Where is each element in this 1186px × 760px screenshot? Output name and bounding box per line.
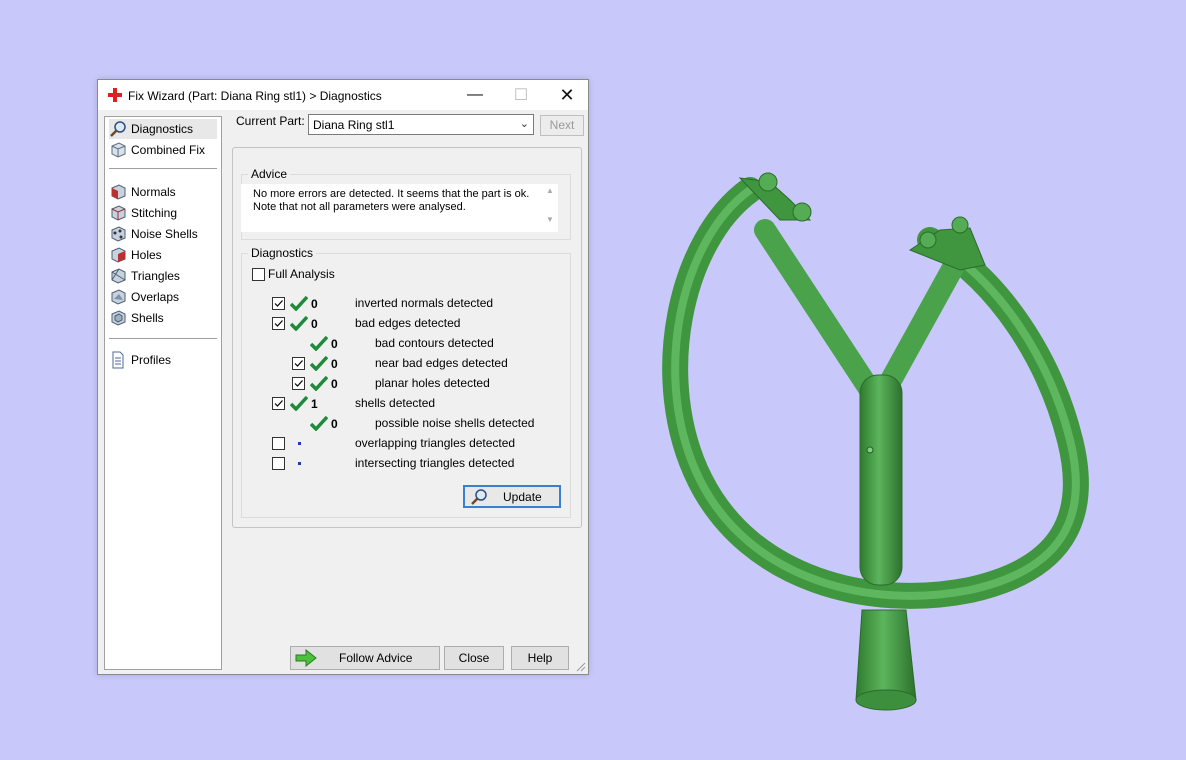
- sidebar-item-shells[interactable]: Shells: [109, 308, 217, 328]
- near-bad-edges-label: near bad edges detected: [375, 356, 508, 370]
- sidebar-item-profiles[interactable]: Profiles: [109, 350, 217, 370]
- intersecting-triangles-label: intersecting triangles detected: [355, 456, 515, 470]
- normals-cube-icon: [111, 184, 126, 200]
- advice-scrollbar[interactable]: ▲ ▼: [544, 186, 556, 230]
- scroll-up-icon: ▲: [546, 186, 554, 195]
- planar-holes-label: planar holes detected: [375, 376, 490, 390]
- shells-icon: [111, 310, 126, 326]
- sidebar-item-normals[interactable]: Normals: [109, 182, 217, 202]
- near-bad-edges-count: 0: [331, 357, 338, 371]
- advice-title: Advice: [248, 167, 291, 181]
- green-arrow-icon: [295, 649, 317, 667]
- minimize-button[interactable]: —: [452, 80, 498, 110]
- bad-edges-count: 0: [311, 317, 318, 331]
- maximize-button[interactable]: ☐: [498, 80, 544, 110]
- current-part-value: Diana Ring stl1: [313, 118, 395, 132]
- help-button[interactable]: Help: [511, 646, 569, 670]
- sidebar-divider: [109, 168, 217, 169]
- magnifier-icon: [471, 489, 487, 505]
- full-analysis-checkbox[interactable]: [252, 268, 265, 281]
- inverted-normals-count: 0: [311, 297, 318, 311]
- near-bad-edges-checkbox[interactable]: [292, 357, 305, 370]
- green-check-icon: [290, 395, 308, 411]
- sidebar-item-diagnostics[interactable]: Diagnostics: [109, 119, 217, 139]
- ring-3d-model[interactable]: [640, 160, 1100, 720]
- fix-wizard-dialog: Fix Wizard (Part: Diana Ring stl1) > Dia…: [97, 79, 589, 675]
- document-icon: [112, 351, 124, 369]
- noise-shells-label: possible noise shells detected: [375, 416, 535, 430]
- noise-shells-icon: [111, 226, 126, 242]
- triangles-icon: [111, 268, 126, 284]
- green-check-icon: [310, 415, 328, 431]
- advice-line-1: No more errors are detected. It seems th…: [253, 188, 530, 200]
- sidebar-item-label: Normals: [131, 185, 176, 199]
- sidebar-item-label: Combined Fix: [131, 143, 206, 157]
- advice-text: No more errors are detected. It seems th…: [253, 188, 533, 214]
- stitching-cube-icon: [111, 205, 126, 221]
- green-check-icon: [310, 335, 328, 351]
- shells-label: shells detected: [355, 396, 436, 410]
- red-cross-icon: [108, 88, 122, 102]
- holes-cube-icon: [111, 247, 126, 263]
- sidebar-divider: [109, 338, 217, 339]
- not-analysed-dot-icon: [298, 442, 301, 445]
- sidebar-item-triangles[interactable]: Triangles: [109, 266, 217, 286]
- green-check-icon: [310, 355, 328, 371]
- sidebar-item-noise-shells[interactable]: Noise Shells: [109, 224, 217, 244]
- sidebar-item-label: Profiles: [131, 353, 172, 367]
- sidebar-item-stitching[interactable]: Stitching: [109, 203, 217, 223]
- bad-edges-checkbox[interactable]: [272, 317, 285, 330]
- shells-checkbox[interactable]: [272, 397, 285, 410]
- resize-grip-icon[interactable]: [576, 662, 586, 672]
- sidebar-item-label: Noise Shells: [131, 227, 198, 241]
- shells-count: 1: [311, 397, 318, 411]
- planar-holes-checkbox[interactable]: [292, 377, 305, 390]
- sidebar-item-label: Triangles: [131, 269, 180, 283]
- inverted-normals-checkbox[interactable]: [272, 297, 285, 310]
- follow-advice-button[interactable]: Follow Advice: [290, 646, 440, 670]
- chevron-down-icon: ⌄: [519, 118, 529, 130]
- planar-holes-count: 0: [331, 377, 338, 391]
- follow-advice-label: Follow Advice: [339, 651, 413, 665]
- current-part-label: Current Part:: [236, 114, 305, 128]
- overlapping-triangles-checkbox[interactable]: [272, 437, 285, 450]
- green-check-icon: [310, 375, 328, 391]
- wizard-sidebar: Diagnostics Combined Fix Normals Stitchi…: [104, 116, 222, 670]
- sidebar-item-label: Overlaps: [131, 290, 180, 304]
- sidebar-item-combined-fix[interactable]: Combined Fix: [109, 140, 217, 160]
- sidebar-item-overlaps[interactable]: Overlaps: [109, 287, 217, 307]
- close-window-button[interactable]: ✕: [544, 80, 590, 110]
- diagnostics-title: Diagnostics: [248, 246, 317, 260]
- sidebar-item-label: Diagnostics: [131, 122, 194, 136]
- green-check-icon: [290, 295, 308, 311]
- sidebar-item-label: Shells: [131, 311, 164, 325]
- intersecting-triangles-checkbox[interactable]: [272, 457, 285, 470]
- advice-textbox[interactable]: No more errors are detected. It seems th…: [241, 184, 558, 232]
- bad-contours-label: bad contours detected: [375, 336, 494, 350]
- cube-icon: [111, 142, 126, 158]
- update-button[interactable]: Update: [463, 485, 561, 508]
- sidebar-item-label: Holes: [131, 248, 162, 262]
- advice-line-2: Note that not all parameters were analys…: [253, 201, 466, 213]
- sidebar-item-holes[interactable]: Holes: [109, 245, 217, 265]
- update-label: Update: [503, 490, 542, 504]
- next-button[interactable]: Next: [540, 115, 584, 136]
- bad-edges-label: bad edges detected: [355, 316, 461, 330]
- close-button[interactable]: Close: [444, 646, 504, 670]
- window-title: Fix Wizard (Part: Diana Ring stl1) > Dia…: [128, 89, 382, 103]
- scroll-down-icon: ▼: [546, 215, 554, 224]
- inverted-normals-label: inverted normals detected: [355, 296, 494, 310]
- sidebar-item-label: Stitching: [131, 206, 178, 220]
- title-bar[interactable]: Fix Wizard (Part: Diana Ring stl1) > Dia…: [98, 80, 588, 110]
- overlapping-triangles-label: overlapping triangles detected: [355, 436, 516, 450]
- full-analysis-label: Full Analysis: [268, 267, 335, 281]
- not-analysed-dot-icon: [298, 462, 301, 465]
- noise-shells-count: 0: [331, 417, 338, 431]
- current-part-select[interactable]: Diana Ring stl1 ⌄: [308, 114, 534, 135]
- green-check-icon: [290, 315, 308, 331]
- magnifier-icon: [110, 121, 126, 137]
- bad-contours-count: 0: [331, 337, 338, 351]
- overlaps-icon: [111, 289, 126, 305]
